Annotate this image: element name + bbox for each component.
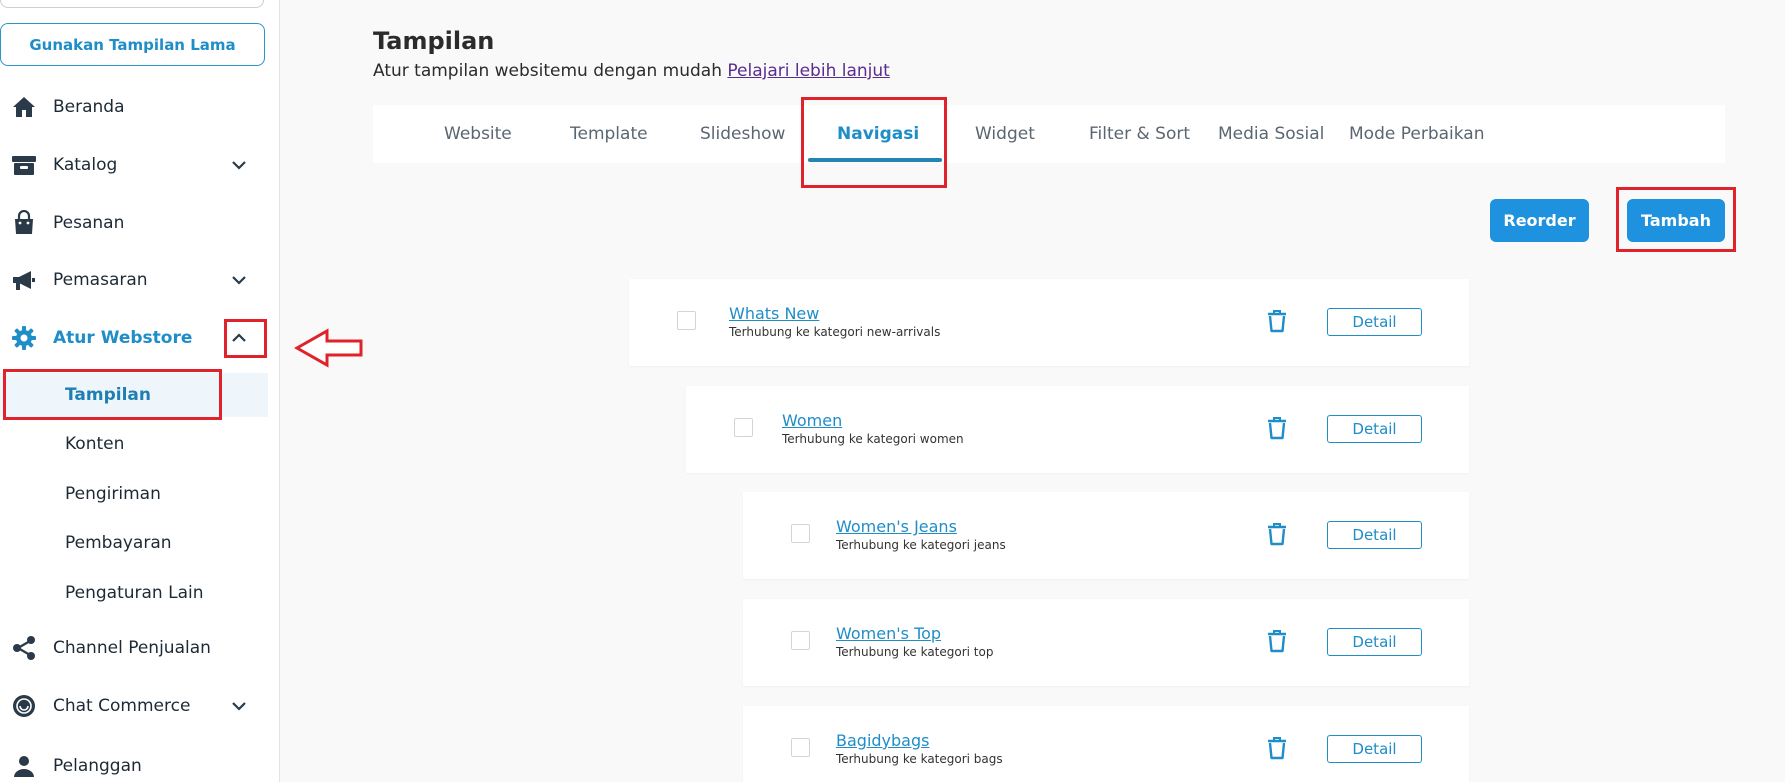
share-icon (10, 634, 38, 662)
trash-icon[interactable] (1266, 416, 1288, 440)
detail-button[interactable]: Detail (1327, 308, 1422, 336)
nav-item-subtitle: Terhubung ke kategori jeans (836, 538, 1006, 552)
sidebar-item-channel-penjualan[interactable]: Channel Penjualan (0, 628, 265, 668)
add-button[interactable]: Tambah (1627, 199, 1725, 242)
submenu-item-label: Pengaturan Lain (65, 583, 204, 603)
trash-icon[interactable] (1266, 522, 1288, 546)
nav-item-title[interactable]: Whats New (729, 304, 819, 323)
tab-filter-sort[interactable]: Filter & Sort (1089, 105, 1190, 163)
chevron-down-icon[interactable] (228, 154, 250, 176)
nav-item-checkbox[interactable] (677, 311, 696, 330)
nav-item-title[interactable]: Women's Jeans (836, 517, 957, 536)
sidebar-item-label: Channel Penjualan (53, 638, 211, 658)
nav-item-card: Bagidybags Terhubung ke kategori bags De… (743, 706, 1469, 782)
sidebar-item-label: Pemasaran (53, 270, 148, 290)
sidebar-item-label: Beranda (53, 97, 125, 117)
sidebar-search-box[interactable] (0, 0, 264, 8)
reorder-button[interactable]: Reorder (1490, 199, 1589, 242)
nav-item-title[interactable]: Bagidybags (836, 731, 929, 750)
sidebar: Gunakan Tampilan Lama Beranda Katalog Pe… (0, 0, 280, 782)
submenu-item-label: Konten (65, 434, 125, 454)
detail-button[interactable]: Detail (1327, 735, 1422, 763)
nav-item-card: Women's Jeans Terhubung ke kategori jean… (743, 492, 1469, 579)
detail-button[interactable]: Detail (1327, 628, 1422, 656)
sidebar-item-label: Atur Webstore (53, 328, 193, 348)
tab-slideshow[interactable]: Slideshow (700, 105, 785, 163)
chevron-down-icon[interactable] (228, 695, 250, 717)
sidebar-item-chat-commerce[interactable]: Chat Commerce (0, 686, 265, 726)
learn-more-link[interactable]: Pelajari lebih lanjut (727, 61, 889, 81)
active-tab-indicator (808, 158, 942, 162)
submenu-item-tampilan[interactable]: Tampilan (0, 373, 268, 417)
sidebar-item-label: Pelanggan (53, 756, 142, 776)
page-subtitle: Atur tampilan websitemu dengan mudah Pel… (373, 61, 890, 81)
tab-widget[interactable]: Widget (975, 105, 1035, 163)
sidebar-item-label: Pesanan (53, 213, 125, 233)
tab-mode-perbaikan[interactable]: Mode Perbaikan (1349, 105, 1485, 163)
tab-navigasi[interactable]: Navigasi (837, 105, 919, 163)
sidebar-item-katalog[interactable]: Katalog (0, 145, 265, 185)
shopping-bag-icon (10, 209, 38, 237)
sidebar-item-beranda[interactable]: Beranda (0, 87, 265, 127)
nav-item-card: Women's Top Terhubung ke kategori top De… (743, 599, 1469, 686)
trash-icon[interactable] (1266, 309, 1288, 333)
submenu-item-konten[interactable]: Konten (0, 422, 268, 466)
tab-template[interactable]: Template (570, 105, 648, 163)
chat-icon (10, 692, 38, 720)
nav-item-title[interactable]: Women (782, 411, 842, 430)
page-title: Tampilan (373, 27, 495, 55)
nav-item-subtitle: Terhubung ke kategori bags (836, 752, 1003, 766)
users-icon (10, 752, 38, 780)
chevron-down-icon[interactable] (228, 269, 250, 291)
sidebar-item-pelanggan[interactable]: Pelanggan (0, 746, 265, 782)
tab-website[interactable]: Website (444, 105, 512, 163)
nav-item-card: Women Terhubung ke kategori women Detail (686, 386, 1469, 473)
tab-bar: Website Template Slideshow Navigasi Widg… (373, 105, 1725, 163)
gear-icon (10, 324, 38, 352)
submenu-item-pembayaran[interactable]: Pembayaran (0, 521, 268, 565)
page-subtitle-text: Atur tampilan websitemu dengan mudah (373, 61, 722, 81)
submenu-item-pengaturan-lain[interactable]: Pengaturan Lain (0, 571, 268, 615)
nav-item-title[interactable]: Women's Top (836, 624, 941, 643)
nav-item-card: Whats New Terhubung ke kategori new-arri… (629, 279, 1469, 366)
nav-item-checkbox[interactable] (791, 631, 810, 650)
sidebar-item-label: Chat Commerce (53, 696, 191, 716)
trash-icon[interactable] (1266, 629, 1288, 653)
trash-icon[interactable] (1266, 736, 1288, 760)
nav-item-subtitle: Terhubung ke kategori women (782, 432, 964, 446)
detail-button[interactable]: Detail (1327, 521, 1422, 549)
sidebar-item-label: Katalog (53, 155, 118, 175)
nav-item-checkbox[interactable] (734, 418, 753, 437)
chevron-up-icon[interactable] (228, 327, 250, 349)
submenu-item-label: Pembayaran (65, 533, 172, 553)
detail-button[interactable]: Detail (1327, 415, 1422, 443)
nav-item-checkbox[interactable] (791, 738, 810, 757)
archive-icon (10, 151, 38, 179)
old-view-button[interactable]: Gunakan Tampilan Lama (0, 23, 265, 66)
nav-item-subtitle: Terhubung ke kategori new-arrivals (729, 325, 941, 339)
arrow-left-icon (293, 328, 364, 368)
sidebar-item-atur-webstore[interactable]: Atur Webstore (0, 318, 265, 358)
megaphone-icon (10, 266, 38, 294)
submenu-item-label: Tampilan (65, 385, 151, 405)
nav-item-checkbox[interactable] (791, 524, 810, 543)
submenu-item-pengiriman[interactable]: Pengiriman (0, 472, 268, 516)
home-icon (10, 93, 38, 121)
tab-media-sosial[interactable]: Media Sosial (1218, 105, 1324, 163)
submenu-item-label: Pengiriman (65, 484, 161, 504)
sidebar-item-pemasaran[interactable]: Pemasaran (0, 260, 265, 300)
nav-item-subtitle: Terhubung ke kategori top (836, 645, 994, 659)
sidebar-item-pesanan[interactable]: Pesanan (0, 203, 265, 243)
